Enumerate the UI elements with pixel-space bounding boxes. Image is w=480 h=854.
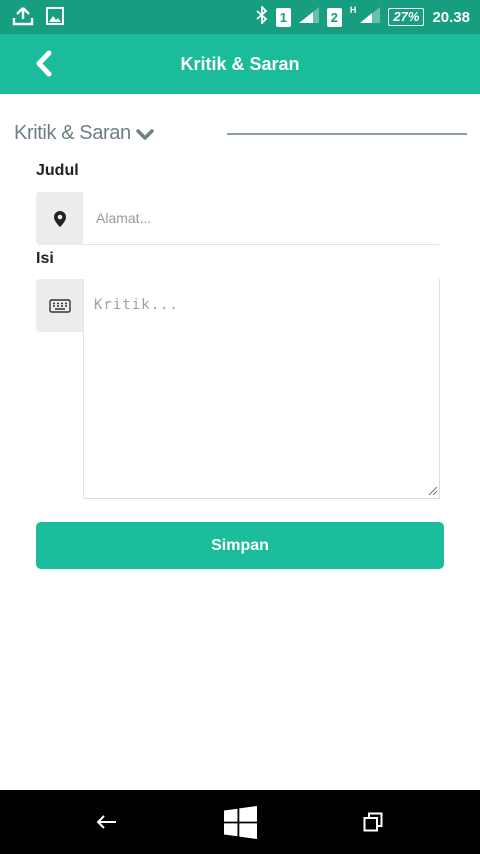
save-button[interactable]: Simpan bbox=[36, 522, 444, 569]
chevron-down-icon bbox=[135, 128, 154, 140]
keyboard-icon bbox=[48, 298, 71, 313]
bluetooth-icon bbox=[256, 4, 268, 28]
nav-home-button[interactable] bbox=[220, 804, 260, 840]
judul-input[interactable] bbox=[83, 192, 439, 245]
chevron-left-icon bbox=[36, 50, 52, 77]
back-arrow-icon bbox=[96, 815, 116, 829]
network-type: H bbox=[349, 5, 357, 15]
map-marker-icon bbox=[53, 210, 66, 227]
recent-apps-icon bbox=[363, 812, 383, 832]
section-divider bbox=[227, 133, 467, 135]
battery-icon: 27% bbox=[388, 8, 425, 26]
nav-back-button[interactable] bbox=[86, 804, 126, 840]
upload-icon bbox=[12, 6, 34, 31]
isi-icon-box bbox=[36, 279, 83, 332]
windows-home-icon bbox=[223, 805, 257, 839]
judul-icon-box bbox=[36, 192, 83, 245]
sim2-badge: 2 bbox=[326, 7, 342, 27]
image-icon bbox=[46, 7, 64, 30]
isi-textarea[interactable] bbox=[83, 279, 440, 499]
app-header: Kritik & Saran bbox=[0, 34, 480, 94]
signal-icon bbox=[298, 7, 319, 27]
clock: 20.38 bbox=[432, 8, 470, 26]
status-bar: 1 2 H 27% 20.38 bbox=[0, 0, 480, 34]
section-title: Kritik & Saran bbox=[14, 122, 131, 144]
judul-label: Judul bbox=[36, 162, 79, 179]
navigation-bar bbox=[0, 790, 480, 854]
section-toggle[interactable]: Kritik & Saran bbox=[14, 122, 155, 145]
page-title: Kritik & Saran bbox=[180, 54, 300, 74]
sim1-badge: 1 bbox=[275, 7, 291, 27]
resize-handle-icon[interactable] bbox=[428, 486, 438, 496]
nav-recent-button[interactable] bbox=[353, 804, 393, 840]
isi-label: Isi bbox=[36, 250, 54, 267]
back-button[interactable] bbox=[30, 48, 60, 80]
signal-icon bbox=[360, 7, 381, 27]
